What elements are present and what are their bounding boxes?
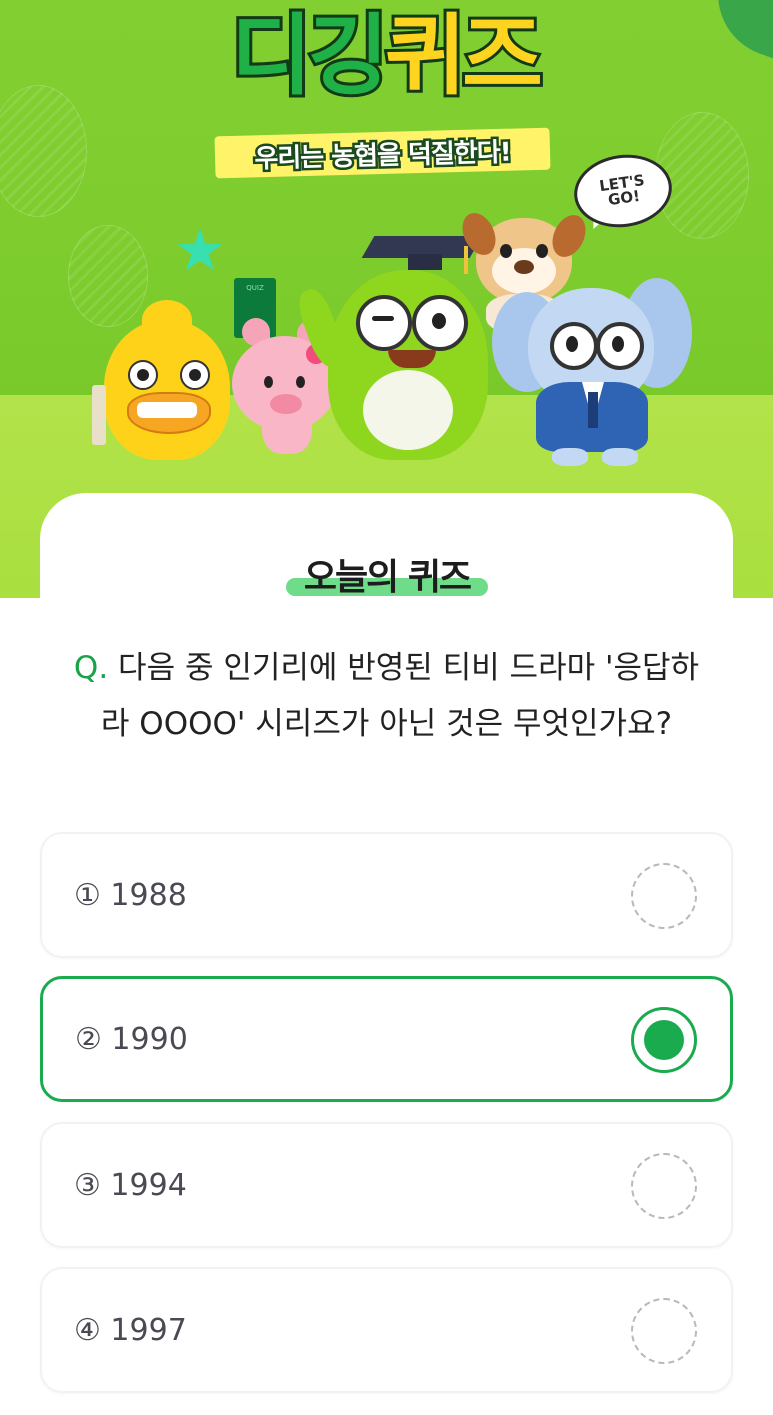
- brand-title: 디깅 퀴즈: [180, 0, 590, 112]
- quiz-book-label: QUIZ: [246, 284, 264, 292]
- leaf-decoration: [700, 0, 773, 63]
- radio-button[interactable]: [631, 1153, 697, 1219]
- radio-button[interactable]: [631, 863, 697, 929]
- answer-option-4[interactable]: ④ 1997: [40, 1267, 733, 1393]
- question-prefix: Q.: [73, 650, 109, 686]
- radio-button[interactable]: [631, 1298, 697, 1364]
- brand-title-part1: 디깅: [228, 4, 392, 107]
- radio-button[interactable]: [631, 1007, 697, 1073]
- answer-option-label: ④ 1997: [74, 1312, 187, 1348]
- answer-option-label: ① 1988: [74, 877, 187, 913]
- question: Q. 다음 중 인기리에 반영된 티비 드라마 '응답하라 OOOO' 시리즈가…: [60, 640, 713, 752]
- answer-option-label: ③ 1994: [74, 1167, 187, 1203]
- question-text: 다음 중 인기리에 반영된 티비 드라마 '응답하라 OOOO' 시리즈가 아닌…: [100, 650, 700, 742]
- radio-selected-dot: [644, 1020, 684, 1060]
- brand-subtitle-text: 우리는 농협을 덕질한다!: [252, 135, 514, 177]
- star-icon: ★: [174, 216, 226, 284]
- answer-option-1[interactable]: ① 1988: [40, 832, 733, 958]
- quiz-heading: 오늘의 퀴즈: [286, 548, 488, 600]
- brand-title-part2: 퀴즈: [382, 4, 546, 107]
- balloon-decoration: [0, 85, 87, 217]
- duck-character: [92, 300, 242, 465]
- answer-option-3[interactable]: ③ 1994: [40, 1122, 733, 1248]
- answer-option-2[interactable]: ② 1990: [40, 976, 733, 1102]
- brand-subtitle: 우리는 농협을 덕질한다!: [214, 127, 551, 179]
- quiz-heading-text: 오늘의 퀴즈: [303, 557, 472, 598]
- answer-option-label: ② 1990: [75, 1021, 188, 1057]
- speech-line-2: GO!: [606, 186, 642, 210]
- elephant-character: [492, 272, 692, 467]
